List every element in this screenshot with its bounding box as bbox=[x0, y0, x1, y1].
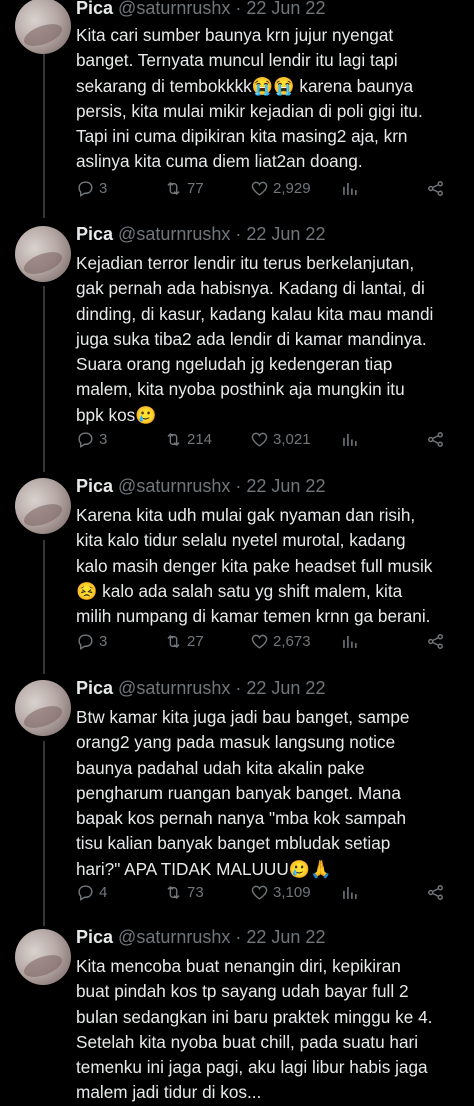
author-handle[interactable]: @saturnrushx bbox=[118, 678, 230, 698]
retweet-button[interactable]: 214 bbox=[164, 427, 212, 451]
retweet-count: 77 bbox=[187, 179, 204, 197]
reply-icon bbox=[78, 633, 93, 650]
like-count: 2,673 bbox=[273, 632, 311, 650]
tweet-text: Kejadian terror lendir itu terus berkela… bbox=[76, 253, 434, 425]
reply-count: 3 bbox=[99, 430, 108, 448]
tweet-actions: 3 77 2,929 bbox=[76, 176, 456, 200]
tweet-text: Kita cari sumber baunya krn jujur nyenga… bbox=[76, 25, 423, 172]
thread-line bbox=[43, 286, 45, 472]
retweet-icon bbox=[167, 634, 180, 648]
like-count: 2,929 bbox=[273, 179, 311, 197]
tweet-header: Pica @saturnrushx · 22 Jun 22 bbox=[76, 223, 325, 245]
author-name[interactable]: Pica bbox=[76, 0, 113, 18]
analytics-icon bbox=[343, 433, 357, 446]
retweet-button[interactable]: 73 bbox=[164, 880, 204, 904]
share-button[interactable] bbox=[426, 176, 445, 200]
thread-line bbox=[43, 54, 45, 218]
author-handle[interactable]: @saturnrushx bbox=[118, 927, 230, 947]
share-icon bbox=[428, 180, 443, 196]
author-name[interactable]: Pica bbox=[76, 678, 113, 698]
avatar[interactable] bbox=[15, 0, 71, 54]
reply-button[interactable]: 3 bbox=[76, 629, 107, 653]
share-button[interactable] bbox=[426, 880, 445, 904]
tweet-text: Kita mencoba buat nenangin diri, kepikir… bbox=[76, 956, 433, 1103]
tweet-header: Pica @saturnrushx · 22 Jun 22 bbox=[76, 0, 325, 19]
share-icon bbox=[428, 431, 443, 447]
reply-button[interactable]: 3 bbox=[76, 176, 107, 200]
views-button[interactable] bbox=[340, 176, 359, 200]
tweet-header: Pica @saturnrushx · 22 Jun 22 bbox=[76, 677, 325, 699]
share-button[interactable] bbox=[426, 629, 445, 653]
tweet-actions: 3 27 2,673 bbox=[76, 629, 456, 653]
retweet-icon bbox=[167, 181, 180, 195]
like-button[interactable]: 3,109 bbox=[250, 880, 311, 904]
author-name[interactable]: Pica bbox=[76, 476, 113, 496]
retweet-button[interactable]: 27 bbox=[164, 629, 204, 653]
views-button[interactable] bbox=[340, 880, 359, 904]
author-handle[interactable]: @saturnrushx bbox=[118, 0, 230, 18]
tweet-actions: 4 73 3,109 bbox=[76, 880, 456, 904]
avatar[interactable] bbox=[15, 680, 71, 736]
analytics-icon bbox=[343, 886, 357, 899]
thread-line bbox=[43, 741, 45, 926]
author-handle[interactable]: @saturnrushx bbox=[118, 224, 230, 244]
retweet-icon bbox=[167, 432, 180, 446]
retweet-count: 27 bbox=[187, 632, 204, 650]
tweet-date[interactable]: · 22 Jun 22 bbox=[235, 927, 325, 947]
views-button[interactable] bbox=[340, 629, 359, 653]
tweet-header: Pica @saturnrushx · 22 Jun 22 bbox=[76, 926, 325, 948]
tweet-actions: 3 214 3,021 bbox=[76, 427, 456, 451]
reply-button[interactable]: 4 bbox=[76, 880, 107, 904]
reply-icon bbox=[78, 431, 93, 448]
share-icon bbox=[428, 884, 443, 900]
reply-button[interactable]: 3 bbox=[76, 427, 107, 451]
like-count: 3,021 bbox=[273, 430, 311, 448]
like-count: 3,109 bbox=[273, 883, 311, 901]
tweet-text: Karena kita udh mulai gak nyaman dan ris… bbox=[76, 505, 433, 627]
like-button[interactable]: 2,673 bbox=[250, 629, 311, 653]
thread-line bbox=[43, 540, 45, 674]
retweet-count: 73 bbox=[187, 883, 204, 901]
avatar[interactable] bbox=[15, 929, 71, 985]
views-button[interactable] bbox=[340, 427, 359, 451]
share-icon bbox=[428, 633, 443, 649]
author-name[interactable]: Pica bbox=[76, 224, 113, 244]
retweet-button[interactable]: 77 bbox=[164, 176, 204, 200]
reply-icon bbox=[78, 884, 93, 901]
heart-icon bbox=[251, 885, 268, 900]
like-button[interactable]: 2,929 bbox=[250, 176, 311, 200]
author-handle[interactable]: @saturnrushx bbox=[118, 476, 230, 496]
tweet-date[interactable]: · 22 Jun 22 bbox=[235, 0, 325, 18]
tweet-text: Btw kamar kita juga jadi bau banget, sam… bbox=[76, 707, 410, 879]
reply-count: 3 bbox=[99, 179, 108, 197]
analytics-icon bbox=[343, 635, 357, 648]
tweet-date[interactable]: · 22 Jun 22 bbox=[235, 678, 325, 698]
heart-icon bbox=[251, 181, 268, 196]
share-button[interactable] bbox=[426, 427, 445, 451]
retweet-count: 214 bbox=[187, 430, 213, 448]
reply-icon bbox=[78, 180, 93, 197]
tweet-date[interactable]: · 22 Jun 22 bbox=[235, 476, 325, 496]
heart-icon bbox=[251, 634, 268, 649]
author-name[interactable]: Pica bbox=[76, 927, 113, 947]
avatar[interactable] bbox=[15, 226, 71, 282]
retweet-icon bbox=[167, 885, 180, 899]
reply-count: 3 bbox=[99, 632, 108, 650]
tweet-date[interactable]: · 22 Jun 22 bbox=[235, 224, 325, 244]
heart-icon bbox=[251, 432, 268, 447]
avatar[interactable] bbox=[15, 478, 71, 534]
tweet-header: Pica @saturnrushx · 22 Jun 22 bbox=[76, 475, 325, 497]
like-button[interactable]: 3,021 bbox=[250, 427, 311, 451]
analytics-icon bbox=[343, 182, 357, 195]
reply-count: 4 bbox=[99, 883, 108, 901]
